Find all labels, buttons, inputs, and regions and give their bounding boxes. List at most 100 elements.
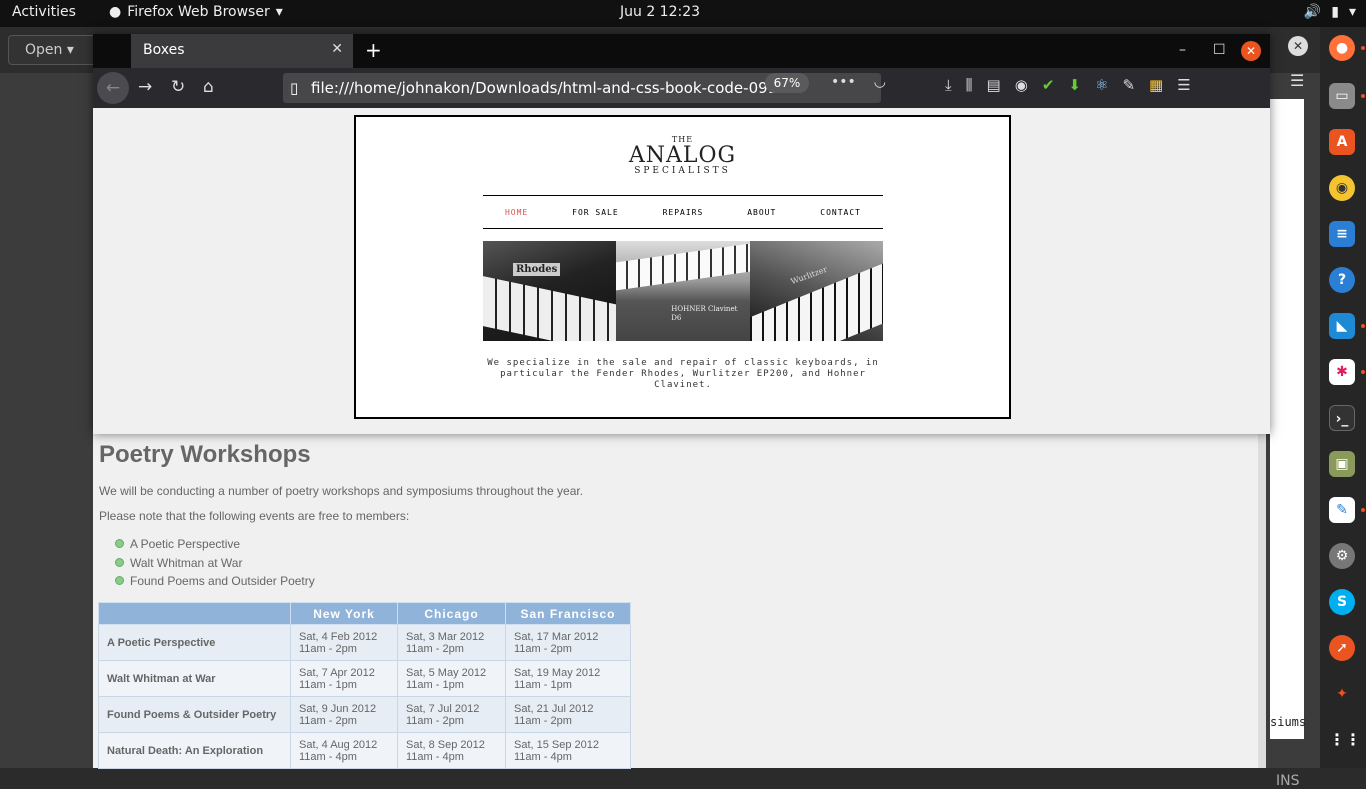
analog-page-box: THE ANALOG SPECIALISTS HOME FOR SALE REP… [354,115,1011,419]
event-date: Sat, 4 Aug 2012 [299,738,378,751]
figma-icon[interactable]: ✦ [1329,681,1355,707]
event-date: Sat, 17 Mar 2012 [514,630,599,643]
row-header: A Poetic Perspective [98,624,291,661]
list-item: A Poetic Perspective [115,537,240,551]
table-cell: Sat, 8 Sep 2012 11am - 4pm [397,732,506,769]
activities-button[interactable]: Activities [12,4,76,20]
nav-for-sale[interactable]: FOR SALE [572,208,619,217]
close-tab-icon[interactable]: ✕ [331,41,343,57]
extension-icon[interactable]: ▦ [1149,76,1163,94]
color-picker-icon[interactable]: ✎ [1122,76,1135,94]
maximize-icon[interactable]: ☐ [1213,42,1226,58]
page-title: Poetry Workshops [99,441,311,468]
table-cell: Sat, 21 Jul 2012 11am - 2pm [505,696,631,733]
files-icon[interactable]: ▭ [1329,83,1355,109]
event-time: 11am - 2pm [406,642,464,655]
close-icon[interactable]: ✕ [1288,36,1308,56]
members-note: Please note that the following events ar… [99,509,410,523]
skype-icon[interactable]: S [1329,589,1355,615]
open-label: Open [25,42,63,58]
zoom-indicator[interactable]: 67% [765,73,809,93]
terminal-icon[interactable]: ›_ [1329,405,1355,431]
event-date: Sat, 9 Jun 2012 [299,702,377,715]
more-actions-icon[interactable]: ••• [831,74,856,90]
react-devtools-icon[interactable]: ⚛ [1095,76,1108,94]
download-icon[interactable]: ⤓ [945,76,952,94]
clock[interactable]: Juu 2 12:23 [620,4,700,20]
back-icon[interactable]: ← [97,72,129,104]
toolbar-icons: ⤓ ⫼ ▤ ◉ ✔ ⬇ ⚛ ✎ ▦ ☰ [945,76,1191,94]
vscode-icon[interactable]: ◣ [1329,313,1355,339]
hamburger-menu-icon[interactable]: ☰ [1290,71,1304,90]
page-icon: ▯ [290,79,299,97]
tab-boxes[interactable]: Boxes ✕ [131,34,353,68]
writer-icon[interactable]: ≡ [1329,221,1355,247]
tab-bar: Boxes ✕ + – ☐ ✕ [93,34,1270,68]
home-icon[interactable]: ⌂ [203,77,214,97]
event-date: Sat, 7 Apr 2012 [299,666,375,679]
app-menu[interactable]: ● Firefox Web Browser ▾ [109,4,283,20]
rhodes-label: Rhodes [513,263,561,276]
event-date: Sat, 8 Sep 2012 [406,738,485,751]
forward-icon[interactable]: → [138,77,152,97]
table-cell: Sat, 7 Jul 2012 11am - 2pm [397,696,506,733]
system-tray[interactable]: 🔊 ▮ ▾ [1304,4,1356,20]
volume-icon: 🔊 [1303,4,1322,20]
open-button[interactable]: Open ▾ [8,35,100,65]
page-scrollbar[interactable] [1258,434,1266,768]
minimize-icon[interactable]: – [1179,42,1186,58]
nav-repairs[interactable]: REPAIRS [663,208,704,217]
sidebar-icon[interactable]: ▤ [987,76,1001,94]
table-row: Found Poems & Outsider Poetry Sat, 9 Jun … [98,696,631,733]
event-time: 11am - 2pm [514,642,572,655]
table-header: San Francisco [505,602,631,625]
insert-mode-indicator: INS [1276,773,1300,789]
help-icon[interactable]: ? [1329,267,1355,293]
account-icon[interactable]: ◉ [1015,76,1028,94]
app-grid-icon[interactable]: ⋮⋮⋮ [1329,727,1366,753]
new-tab-icon[interactable]: + [365,38,382,62]
event-date: Sat, 3 Mar 2012 [406,630,485,643]
reload-icon[interactable]: ↻ [171,77,185,97]
firefox-icon[interactable]: ● [1329,35,1355,61]
compass-icon[interactable]: ➚ [1329,635,1355,661]
url-actions: ••• ◡ [831,74,886,90]
table-cell: Sat, 9 Jun 2012 11am - 2pm [290,696,398,733]
nav-about[interactable]: ABOUT [747,208,776,217]
dock: ● ▭ A ◉ ≡ ? ◣ ✱ ›_ ▣ ✎ ⚙ S ➚ ✦ ⋮⋮⋮ [1320,27,1366,768]
table-row: Walt Whitman at War Sat, 7 Apr 2012 11am -… [98,660,631,697]
top-bar: Activities ● Firefox Web Browser ▾ Juu 2… [0,0,1366,27]
close-window-icon[interactable]: ✕ [1241,41,1261,61]
firefox-window: Boxes ✕ + – ☐ ✕ ← → ↻ ⌂ ▯ file:///home/j… [93,34,1270,434]
downloader-icon[interactable]: ⬇ [1068,76,1081,94]
table-cell: Sat, 15 Sep 2012 11am - 4pm [505,732,631,769]
table-header: New York [290,602,398,625]
nav-contact[interactable]: CONTACT [820,208,861,217]
rhodes-photo: Rhodes [483,241,617,341]
archive-icon[interactable]: ▣ [1329,451,1355,477]
software-icon[interactable]: A [1329,129,1355,155]
list-item: Found Poems and Outsider Poetry [115,574,315,588]
slack-icon[interactable]: ✱ [1329,359,1355,385]
pocket-icon[interactable]: ◡ [874,74,886,90]
table-row: A Poetic Perspective Sat, 4 Feb 2012 11am … [98,624,631,661]
extension-icon[interactable]: ✔ [1042,76,1055,94]
battery-icon: ▮ [1331,4,1339,20]
bullet-icon [115,558,124,567]
wurlitzer-photo: Wurlitzer [749,241,883,341]
chevron-down-icon: ▾ [275,4,283,20]
hamburger-menu-icon[interactable]: ☰ [1177,76,1190,94]
text-editor-icon[interactable]: ✎ [1329,497,1355,523]
nav-home[interactable]: HOME [505,208,528,217]
table-cell: Sat, 3 Mar 2012 11am - 2pm [397,624,506,661]
event-time: 11am - 1pm [299,678,357,691]
settings-icon[interactable]: ⚙ [1329,543,1355,569]
firefox-icon: ● [109,4,122,20]
rhythmbox-icon[interactable]: ◉ [1329,175,1355,201]
event-date: Sat, 4 Feb 2012 [299,630,378,643]
library-icon[interactable]: ⫼ [966,76,973,94]
row-header: Natural Death: An Exploration [98,732,291,769]
event-time: 11am - 4pm [299,750,357,763]
editor-text-area[interactable] [1270,99,1304,739]
event-date: Sat, 7 Jul 2012 [406,702,480,715]
